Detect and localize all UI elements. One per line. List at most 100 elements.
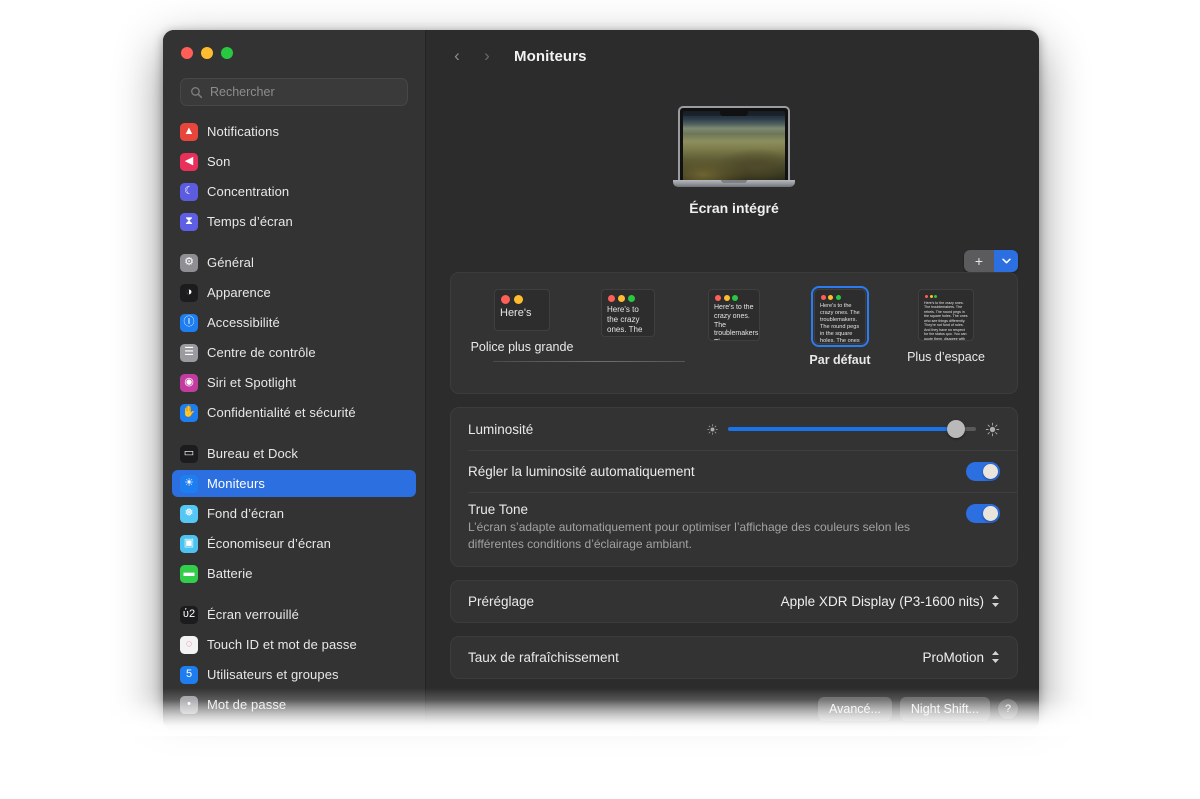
footer-buttons: Avancé... Night Shift... ?: [450, 679, 1018, 721]
search-input[interactable]: Rechercher: [180, 78, 408, 106]
laptop-base-notch: [721, 180, 747, 183]
sidebar-item-centre-de-contr-le[interactable]: ☰ Centre de contrôle: [172, 339, 416, 366]
content-area: Écran intégré + Here's Police plus grande…: [426, 82, 1039, 730]
scaling-preview-2[interactable]: Here's to the crazy ones. The troublemak…: [708, 289, 760, 341]
sidebar-item-fond-d-cran[interactable]: ❅ Fond d’écran: [172, 500, 416, 527]
refresh-rate-value-group[interactable]: ProMotion: [922, 650, 1000, 665]
preview-text: Here's to the crazy ones. The troublemak…: [602, 305, 654, 336]
page-title: Moniteurs: [514, 48, 587, 65]
scaling-preview-3[interactable]: Here's to the crazy ones. The troublemak…: [814, 289, 866, 344]
siri-icon: ◉: [180, 374, 198, 392]
sidebar-item-bureau-et-dock[interactable]: ▭ Bureau et Dock: [172, 440, 416, 467]
sidebar-item-concentration[interactable]: ☾ Concentration: [172, 178, 416, 205]
screen-time-icon: ⧗: [180, 213, 198, 231]
scaling-option-4[interactable]: Here's to the crazy ones. The troublemak…: [893, 289, 999, 366]
sidebar-item-moniteurs[interactable]: ☀ Moniteurs: [172, 470, 416, 497]
sidebar-item-utilisateurs-et-groupes[interactable]: ὆5 Utilisateurs et groupes: [172, 661, 416, 688]
preview-text: Here's to the crazy ones. The troublemak…: [919, 301, 973, 340]
sidebar-group-1: ⚙ Général ◑ Apparence Ⓘ Accessibilité ☰ Centre …: [172, 249, 416, 426]
refresh-rate-label: Taux de rafraîchissement: [468, 650, 922, 665]
sidebar: Rechercher ▲ Notifications ◀ Son ☾ Concentrat…: [163, 30, 426, 730]
add-display-button[interactable]: +: [964, 250, 994, 272]
sun-large-icon: [985, 422, 1000, 437]
brightness-slider[interactable]: [706, 422, 1000, 437]
control-center-icon: ☰: [180, 344, 198, 362]
appearance-icon: ◑: [180, 284, 198, 302]
sidebar-item-temps-d-cran[interactable]: ⧗ Temps d’écran: [172, 208, 416, 235]
true-tone-label: True Tone: [468, 502, 966, 517]
sidebar-item-cran-verrouill[interactable]: ὑ2 Écran verrouillé: [172, 601, 416, 628]
sidebar-group-3: ὑ2 Écran verrouillé ◌ Touch ID et mot de pa…: [172, 601, 416, 718]
toolbar: ‹ › Moniteurs: [426, 30, 1039, 82]
sidebar-item-label: Écran verrouillé: [207, 607, 299, 622]
true-tone-row: True Tone L’écran s’adapte automatiqueme…: [451, 492, 1017, 566]
sidebar-item-apparence[interactable]: ◑ Apparence: [172, 279, 416, 306]
battery-icon: ▬: [180, 565, 198, 583]
sidebar-item-label: Centre de contrôle: [207, 345, 316, 360]
scaling-option-1[interactable]: Here's to the crazy ones. The troublemak…: [575, 289, 681, 337]
sidebar-item-conomiseur-d-cran[interactable]: ▣ Économiseur d’écran: [172, 530, 416, 557]
help-button[interactable]: ?: [998, 699, 1018, 719]
preset-label: Préréglage: [468, 594, 781, 609]
advanced-button[interactable]: Avancé...: [818, 697, 892, 721]
scaling-preview-0[interactable]: Here's: [494, 289, 550, 331]
sidebar-item-label: Moniteurs: [207, 476, 265, 491]
sidebar-item-batterie[interactable]: ▬ Batterie: [172, 560, 416, 587]
scaling-option-3[interactable]: Here's to the crazy ones. The troublemak…: [787, 289, 893, 369]
zoom-button[interactable]: [221, 47, 233, 59]
refresh-rate-row[interactable]: Taux de rafraîchissement ProMotion: [451, 637, 1017, 678]
sidebar-item-label: Touch ID et mot de passe: [207, 637, 357, 652]
sidebar-item-label: Siri et Spotlight: [207, 375, 296, 390]
true-tone-toggle[interactable]: [966, 504, 1000, 523]
scaling-option-0[interactable]: Here's Police plus grande: [469, 289, 575, 356]
sidebar-item-touch-id-et-mot-de-passe[interactable]: ◌ Touch ID et mot de passe: [172, 631, 416, 658]
general-icon: ⚙: [180, 254, 198, 272]
minimize-button[interactable]: [201, 47, 213, 59]
sidebar-item-label: Économiseur d’écran: [207, 536, 331, 551]
preview-traffic-lights: [709, 290, 759, 304]
brightness-card: Luminosité Régler la luminosité automati…: [450, 407, 1018, 567]
sidebar-item-siri-et-spotlight[interactable]: ◉ Siri et Spotlight: [172, 369, 416, 396]
display-name: Écran intégré: [450, 200, 1018, 216]
sidebar-item-confidentialit-et-s-curit[interactable]: ✋ Confidentialité et sécurité: [172, 399, 416, 426]
scaling-preview-4[interactable]: Here's to the crazy ones. The troublemak…: [918, 289, 974, 341]
preset-value-group[interactable]: Apple XDR Display (P3-1600 nits): [781, 594, 1000, 609]
refresh-rate-card: Taux de rafraîchissement ProMotion: [450, 636, 1018, 679]
search-container: Rechercher: [163, 59, 425, 106]
scaling-option-2[interactable]: Here's to the crazy ones. The troublemak…: [681, 289, 787, 341]
sidebar-item-notifications[interactable]: ▲ Notifications: [172, 118, 416, 145]
auto-brightness-toggle[interactable]: [966, 462, 1000, 481]
preset-card: Préréglage Apple XDR Display (P3-1600 ni…: [450, 580, 1018, 623]
night-shift-button[interactable]: Night Shift...: [900, 697, 990, 721]
sidebar-item-label: Mot de passe: [207, 697, 286, 712]
scaling-preview-1[interactable]: Here's to the crazy ones. The troublemak…: [601, 289, 655, 337]
sidebar-item-accessibilit[interactable]: Ⓘ Accessibilité: [172, 309, 416, 336]
sidebar-item-son[interactable]: ◀ Son: [172, 148, 416, 175]
forward-button[interactable]: ›: [472, 41, 502, 71]
close-button[interactable]: [181, 47, 193, 59]
chevron-down-icon[interactable]: [994, 250, 1018, 272]
add-display-button-group[interactable]: +: [964, 250, 1018, 272]
sidebar-item-mot-de-passe[interactable]: • Mot de passe: [172, 691, 416, 718]
macbook-illustration[interactable]: [673, 106, 795, 187]
users-groups-icon: ὆5: [180, 666, 198, 684]
brightness-track[interactable]: [728, 427, 976, 431]
refresh-rate-value: ProMotion: [922, 650, 984, 665]
back-button[interactable]: ‹: [442, 41, 472, 71]
screenshot-stage: Rechercher ▲ Notifications ◀ Son ☾ Concentrat…: [0, 0, 1200, 799]
system-settings-window: Rechercher ▲ Notifications ◀ Son ☾ Concentrat…: [163, 30, 1039, 730]
search-placeholder: Rechercher: [210, 85, 275, 99]
sidebar-item-label: Utilisateurs et groupes: [207, 667, 339, 682]
main-panel: ‹ › Moniteurs Écran intégré + Here's Pol…: [426, 30, 1039, 730]
preview-text: Here's to the crazy ones. The troublemak…: [815, 303, 865, 343]
scaling-options[interactable]: Here's Police plus grande Here's to the cr…: [469, 289, 999, 369]
sidebar-list[interactable]: ▲ Notifications ◀ Son ☾ Concentration ⧗ Temps d…: [163, 118, 425, 730]
sidebar-item-label: Général: [207, 255, 254, 270]
brightness-thumb[interactable]: [947, 420, 965, 438]
stepper-icon[interactable]: [991, 594, 1000, 608]
sidebar-item-g-n-ral[interactable]: ⚙ Général: [172, 249, 416, 276]
accessibility-icon: Ⓘ: [180, 314, 198, 332]
preset-row[interactable]: Préréglage Apple XDR Display (P3-1600 ni…: [451, 581, 1017, 622]
passwords-icon: •: [180, 696, 198, 714]
stepper-icon[interactable]: [991, 650, 1000, 664]
